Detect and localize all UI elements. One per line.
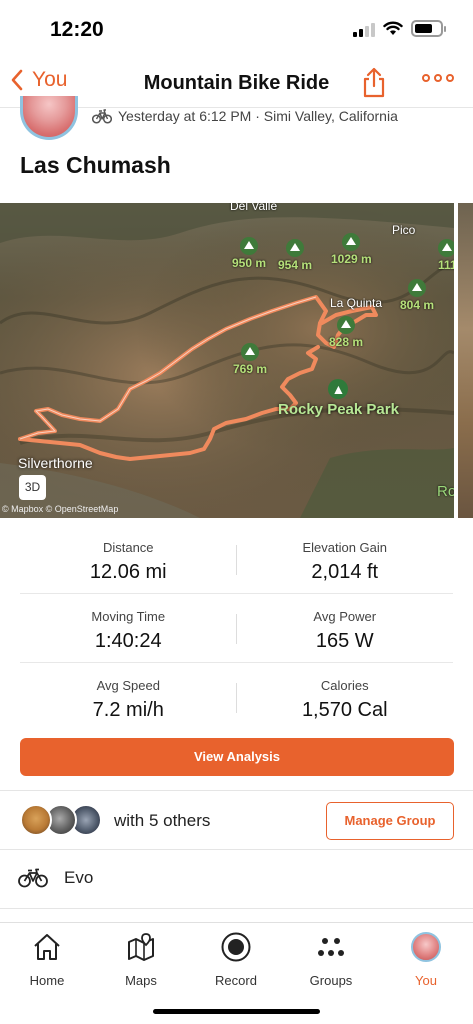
route-map[interactable]: Del Valle Pico La Quinta 950 m 954 m 102… <box>0 203 454 518</box>
map-peak: 828 m <box>329 316 363 349</box>
tab-label: You <box>415 973 437 988</box>
tab-label: Groups <box>309 973 353 988</box>
stats-row: Moving Time 1:40:24 Avg Power 165 W <box>20 594 453 663</box>
home-indicator <box>153 1009 320 1014</box>
stat-moving-time: Moving Time 1:40:24 <box>20 594 237 662</box>
view-analysis-button[interactable]: View Analysis <box>20 738 454 776</box>
share-button[interactable] <box>362 66 386 103</box>
bike-icon <box>92 109 112 124</box>
stat-label: Avg Speed <box>96 678 160 693</box>
activity-meta: Yesterday at 6:12 PM · Simi Valley, Cali… <box>92 108 398 124</box>
stat-label: Elevation Gain <box>302 540 388 555</box>
wifi-icon <box>383 21 403 35</box>
peak-icon <box>408 279 427 297</box>
you-avatar <box>411 932 441 962</box>
stat-label: Avg Power <box>313 609 377 624</box>
map-place-pico: Pico <box>392 223 416 237</box>
status-bar: 12:20 <box>0 0 473 60</box>
tab-maps[interactable]: Maps <box>106 931 176 988</box>
maps-icon <box>128 933 154 961</box>
stat-avg-power: Avg Power 165 W <box>237 594 454 662</box>
map-park-label: Rocky Peak Park <box>278 401 399 418</box>
peak-icon <box>241 343 260 361</box>
athlete-avatar[interactable] <box>20 96 78 140</box>
tab-label: Record <box>215 973 257 988</box>
avatar <box>20 804 52 836</box>
stat-divider <box>236 545 237 575</box>
tab-label: Maps <box>125 973 157 988</box>
map-town-label: Silverthorne <box>18 455 93 471</box>
cellular-signal-icon <box>353 21 375 37</box>
map-attribution: © Mapbox © OpenStreetMap <box>2 504 119 514</box>
stat-label: Calories <box>320 678 369 693</box>
status-time: 12:20 <box>50 18 104 41</box>
bike-name: Evo <box>64 868 94 887</box>
tab-label: Home <box>29 973 65 988</box>
stat-avg-speed: Avg Speed 7.2 mi/h <box>20 663 237 732</box>
map-peak: 111 <box>438 239 454 272</box>
share-icon <box>363 67 385 98</box>
gear-row[interactable]: Evo <box>18 868 93 888</box>
stat-value: 12.06 mi <box>89 561 167 583</box>
stat-divider <box>236 614 237 644</box>
tab-you[interactable]: You <box>391 931 461 988</box>
manage-group-button[interactable]: Manage Group <box>326 802 454 840</box>
stat-value: 2,014 ft <box>311 561 379 583</box>
photo-thumbnail[interactable] <box>458 203 473 518</box>
map-partial-label: Ro <box>437 483 454 500</box>
stat-distance: Distance 12.06 mi <box>20 525 237 593</box>
home-icon <box>34 934 60 960</box>
activity-meta-text: Yesterday at 6:12 PM · Simi Valley, Cali… <box>118 108 398 124</box>
section-divider <box>0 790 473 791</box>
stat-value: 1,570 Cal <box>301 699 388 721</box>
map-peak: 1029 m <box>331 233 372 266</box>
peak-icon <box>342 233 361 251</box>
back-label: You <box>32 68 68 91</box>
page-title: Mountain Bike Ride <box>143 72 330 94</box>
groups-icon <box>318 938 344 956</box>
map-peak: 804 m <box>400 279 434 312</box>
map-park: ▲ Rocky Peak Park <box>278 379 399 418</box>
stats-row: Avg Speed 7.2 mi/h Calories 1,570 Cal <box>20 663 453 732</box>
stat-calories: Calories 1,570 Cal <box>237 663 454 732</box>
stat-elevation-gain: Elevation Gain 2,014 ft <box>237 525 454 593</box>
activity-title: Las Chumash <box>20 152 171 178</box>
peak-icon <box>438 239 454 257</box>
group-avatars[interactable] <box>20 804 102 838</box>
stats-grid: Distance 12.06 mi Elevation Gain 2,014 f… <box>20 525 453 732</box>
map-place-del-valle: Del Valle <box>230 203 278 213</box>
stat-value: 1:40:24 <box>94 630 162 652</box>
tab-home[interactable]: Home <box>12 931 82 988</box>
peak-icon <box>240 237 259 255</box>
map-peak: 769 m <box>233 343 267 376</box>
stat-label: Distance <box>102 540 154 555</box>
more-options-icon[interactable] <box>422 74 454 82</box>
battery-icon <box>411 20 446 37</box>
tree-icon: ▲ <box>328 379 349 399</box>
tab-record[interactable]: Record <box>201 931 271 988</box>
stat-value: 165 W <box>315 630 374 652</box>
record-icon <box>221 932 251 962</box>
stat-value: 7.2 mi/h <box>92 699 164 721</box>
tab-groups[interactable]: Groups <box>296 931 366 988</box>
back-button[interactable]: You <box>10 68 67 92</box>
map-peak: 954 m <box>278 239 312 272</box>
group-others-text[interactable]: with 5 others <box>114 811 210 831</box>
map-3d-button[interactable]: 3D <box>19 475 46 500</box>
stat-label: Moving Time <box>91 609 166 624</box>
peak-icon <box>286 239 305 257</box>
section-divider <box>0 908 473 909</box>
stat-divider <box>236 683 237 713</box>
peak-icon <box>337 316 356 334</box>
map-peak: 950 m <box>232 237 266 270</box>
map-place-la-quinta: La Quinta <box>330 296 383 310</box>
stats-row: Distance 12.06 mi Elevation Gain 2,014 f… <box>20 525 453 594</box>
chevron-left-icon <box>11 69 23 91</box>
bike-icon <box>18 868 48 888</box>
status-icons <box>353 20 446 37</box>
section-divider <box>0 849 473 850</box>
